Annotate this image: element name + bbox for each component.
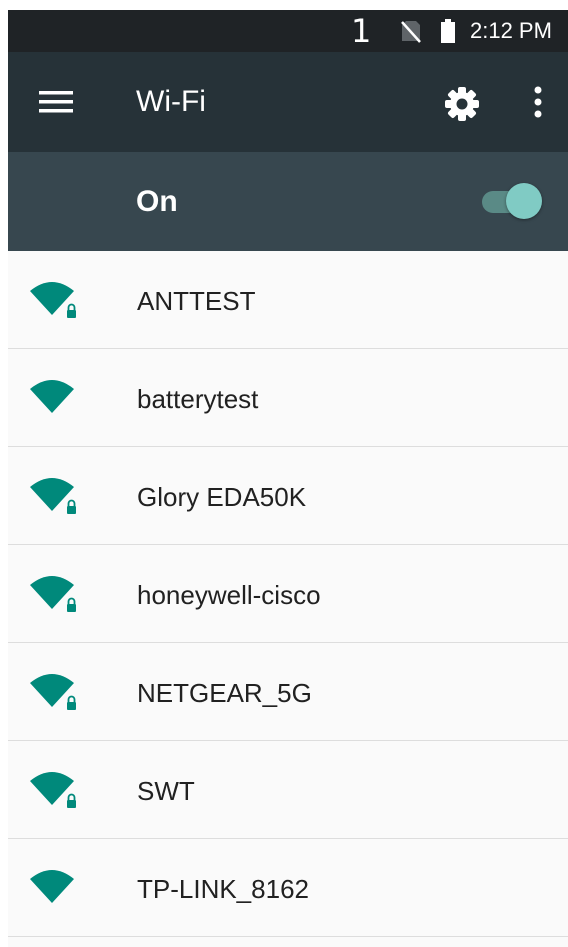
- wifi-signal-full-locked-icon: [30, 674, 76, 710]
- wifi-settings-screen: 1 2:12 PM Wi-Fi On ANTTEST batterytest G…: [8, 10, 568, 947]
- wifi-signal-full-icon: [30, 380, 74, 413]
- network-item[interactable]: honeywell-cisco: [8, 545, 568, 643]
- network-ssid: batterytest: [137, 384, 259, 414]
- network-ssid: honeywell-cisco: [137, 580, 321, 610]
- switch-label: On: [136, 185, 178, 218]
- no-sim-icon: [400, 10, 422, 52]
- status-bar: 1 2:12 PM: [8, 10, 568, 52]
- gear-icon: [445, 87, 479, 121]
- overflow-menu-button[interactable]: [516, 80, 560, 124]
- wifi-signal-full-locked-icon: [30, 282, 76, 318]
- toggle-thumb: [506, 183, 542, 219]
- app-toolbar: Wi-Fi: [8, 52, 568, 152]
- page-title: Wi-Fi: [136, 85, 206, 118]
- network-ssid: ANTTEST: [137, 286, 256, 316]
- wifi-signal-full-locked-icon: [30, 772, 76, 808]
- network-list: ANTTEST batterytest Glory EDA50K honeywe…: [8, 251, 568, 937]
- network-item[interactable]: Glory EDA50K: [8, 447, 568, 545]
- wifi-toggle[interactable]: [480, 182, 544, 222]
- network-item[interactable]: batterytest: [8, 349, 568, 447]
- battery-icon: [440, 10, 456, 52]
- wifi-signal-full-locked-icon: [30, 576, 76, 612]
- menu-button[interactable]: [34, 80, 78, 124]
- network-ssid: NETGEAR_5G: [137, 678, 312, 708]
- sim-slot-number: 1: [351, 12, 372, 50]
- wifi-master-switch-bar[interactable]: On: [8, 152, 568, 251]
- wifi-signal-full-locked-icon: [30, 478, 76, 514]
- network-ssid: SWT: [137, 776, 195, 806]
- network-item[interactable]: ANTTEST: [8, 251, 568, 349]
- hamburger-menu-icon: [39, 91, 73, 113]
- network-item[interactable]: SWT: [8, 741, 568, 839]
- network-ssid: TP-LINK_8162: [137, 874, 309, 904]
- settings-button[interactable]: [440, 82, 484, 126]
- network-item[interactable]: TP-LINK_8162: [8, 839, 568, 937]
- more-vert-icon: [534, 86, 542, 118]
- clock: 2:12 PM: [470, 18, 552, 43]
- network-item[interactable]: NETGEAR_5G: [8, 643, 568, 741]
- wifi-signal-full-icon: [30, 870, 74, 903]
- network-ssid: Glory EDA50K: [137, 482, 307, 512]
